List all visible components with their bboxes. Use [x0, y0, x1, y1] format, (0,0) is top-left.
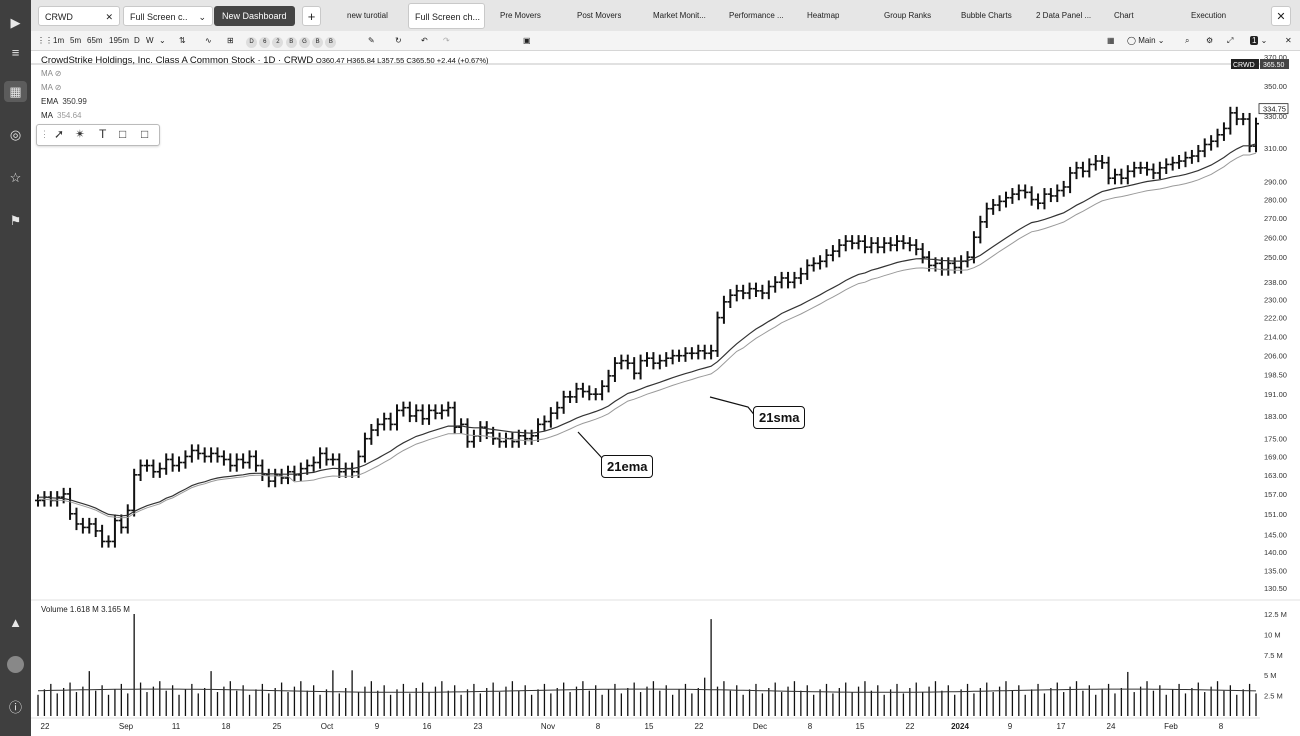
x-tick-label: Dec — [753, 722, 767, 731]
x-tick-label: 22 — [41, 722, 50, 731]
annotation-21sma[interactable]: 21sma — [753, 406, 806, 429]
x-tick-label: 24 — [1107, 722, 1116, 731]
x-tick-label: 22 — [695, 722, 704, 731]
y-tick-label: 175.00 — [1264, 435, 1287, 444]
indicator-value: 350.99 — [62, 97, 87, 106]
symbol-tag: CRWD — [1233, 62, 1255, 69]
x-tick-label: Nov — [541, 722, 555, 731]
price-chart[interactable]: 350.00330.00310.00290.00280.00270.00260.… — [0, 0, 1300, 736]
x-tick-label: 2024 — [951, 722, 969, 731]
annotation-21ema[interactable]: 21ema — [601, 455, 654, 478]
y-tick-label: 270.00 — [1264, 214, 1287, 223]
y-tick-label: 130.50 — [1264, 584, 1287, 593]
y-tick-label: 290.00 — [1264, 178, 1287, 187]
y-tick-label: 250.00 — [1264, 253, 1287, 262]
x-tick-label: 17 — [1057, 722, 1066, 731]
volume-tick-label: 2.5 M — [1264, 692, 1283, 701]
y-tick-label: 238.00 — [1264, 278, 1287, 287]
volume-label: Volume — [41, 605, 68, 614]
y-tick-label: 140.00 — [1264, 548, 1287, 557]
y-tick-label: 145.00 — [1264, 530, 1287, 539]
x-tick-label: 23 — [474, 722, 483, 731]
indicator-ma-1[interactable]: MA ⊘ — [41, 69, 62, 78]
x-tick-label: 15 — [645, 722, 654, 731]
x-tick-label: 22 — [906, 722, 915, 731]
volume-header: Volume 1.618 M 3.165 M — [41, 605, 130, 614]
y-tick-label: 151.00 — [1264, 510, 1287, 519]
x-tick-label: 15 — [856, 722, 865, 731]
indicator-label: EMA — [41, 97, 59, 106]
y-tick-label: 214.00 — [1264, 332, 1287, 341]
volume-tick-label: 10 M — [1264, 630, 1281, 639]
indicator-label: MA — [41, 69, 53, 78]
x-tick-label: Feb — [1164, 722, 1178, 731]
y-tick-label: 350.00 — [1264, 82, 1287, 91]
x-tick-label: Oct — [321, 722, 334, 731]
trendline-icon[interactable]: ➚ — [54, 127, 64, 142]
y-tick-label: 157.00 — [1264, 490, 1287, 499]
price-flag: 334.75 — [1263, 105, 1286, 114]
x-tick-label: 8 — [1219, 722, 1224, 731]
drag-handle-icon[interactable]: ⋮ — [40, 127, 49, 142]
volume-avg-value: 3.165 M — [101, 605, 130, 614]
indicator-ma-3[interactable]: MA 354.64 — [41, 111, 81, 120]
indicator-ema[interactable]: EMA 350.99 — [41, 97, 87, 106]
comment-icon[interactable]: □ — [141, 127, 148, 142]
indicator-label: MA — [41, 111, 53, 120]
x-tick-label: 9 — [375, 722, 380, 731]
x-tick-label: 8 — [808, 722, 813, 731]
volume-tick-label: 7.5 M — [1264, 651, 1283, 660]
ohlc-readout: O360.47 H365.84 L357.55 C365.50 +2.44 (+… — [315, 56, 489, 65]
x-tick-label: Sep — [119, 722, 134, 731]
y-tick-label: 310.00 — [1264, 144, 1287, 153]
indicator-value: 354.64 — [57, 111, 82, 120]
indicator-ma-2[interactable]: MA ⊘ — [41, 83, 62, 92]
chart-title: CrowdStrike Holdings, Inc. Class A Commo… — [41, 55, 489, 66]
rectangle-icon[interactable]: □ — [119, 127, 126, 142]
x-tick-label: 25 — [273, 722, 282, 731]
volume-value: 1.618 M — [69, 605, 99, 614]
y-tick-label: 169.00 — [1264, 452, 1287, 461]
x-tick-label: 11 — [172, 722, 181, 731]
y-tick-label: 191.00 — [1264, 390, 1287, 399]
y-tick-label: 163.00 — [1264, 471, 1287, 480]
volume-tick-label: 12.5 M — [1264, 610, 1287, 619]
y-tick-label: 280.00 — [1264, 196, 1287, 205]
y-tick-label: 230.00 — [1264, 296, 1287, 305]
y-tick-label: 198.50 — [1264, 371, 1287, 380]
y-tick-label: 260.00 — [1264, 233, 1287, 242]
y-tick-label: 206.00 — [1264, 352, 1287, 361]
x-tick-label: 18 — [222, 722, 231, 731]
eye-off-icon[interactable]: ⊘ — [55, 69, 62, 78]
volume-tick-label: 5 M — [1264, 671, 1277, 680]
y-tick-label: 183.00 — [1264, 412, 1287, 421]
x-tick-label: 8 — [596, 722, 601, 731]
eye-off-icon[interactable]: ⊘ — [55, 83, 62, 92]
fib-icon[interactable]: ✴ — [75, 127, 85, 142]
x-tick-label: 9 — [1008, 722, 1013, 731]
text-icon[interactable]: T — [99, 127, 106, 142]
y-tick-label: 135.00 — [1264, 567, 1287, 576]
y-tick-label: 222.00 — [1264, 314, 1287, 323]
chart-title-text: CrowdStrike Holdings, Inc. Class A Commo… — [41, 55, 314, 66]
sma-leader-line — [709, 396, 757, 418]
symbol-price: 365.50 — [1263, 62, 1285, 69]
drawing-toolbar: ⋮ ➚ ✴ T □ □ — [36, 124, 160, 146]
indicator-label: MA — [41, 83, 53, 92]
x-tick-label: 16 — [423, 722, 432, 731]
